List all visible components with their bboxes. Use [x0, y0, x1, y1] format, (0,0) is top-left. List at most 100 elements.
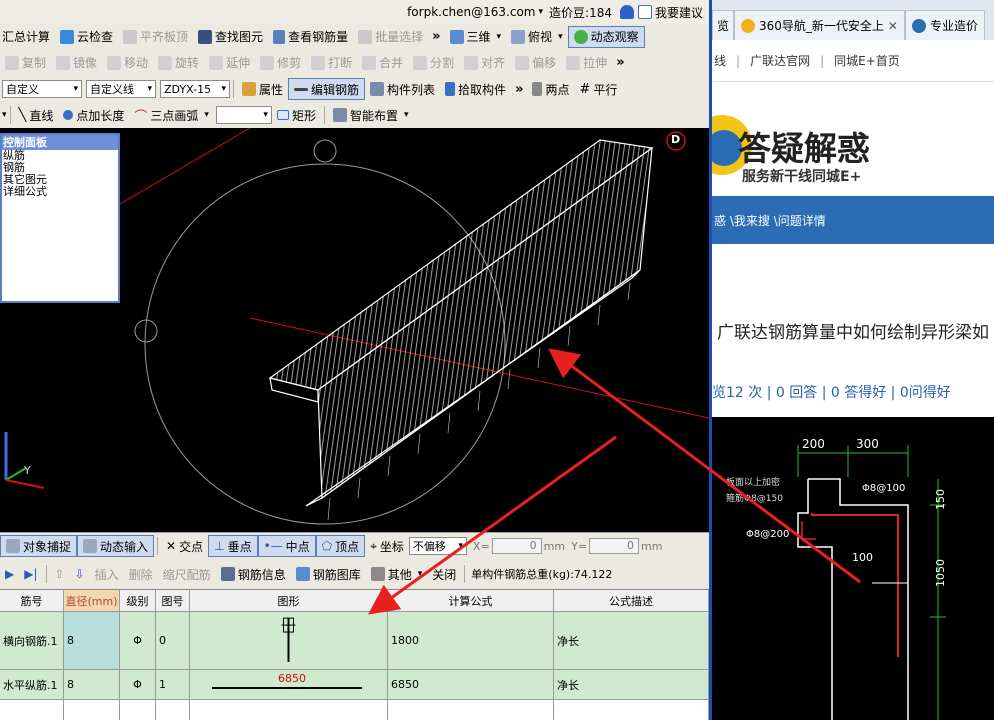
figure-no-cell[interactable]: 0 — [156, 612, 190, 670]
view-direction-dropdown[interactable]: 俯视 ▾ — [506, 26, 568, 48]
rebar-name-cell[interactable]: 横向钢筋.1 — [0, 612, 64, 670]
table-row-empty[interactable] — [0, 700, 709, 720]
object-snap-button[interactable]: 对象捕捉 — [0, 535, 78, 557]
arc-option-select[interactable]: ▾ — [215, 106, 272, 124]
diameter-cell[interactable]: 8 — [64, 670, 120, 700]
shape-cell[interactable] — [190, 612, 388, 670]
dynamic-input-button[interactable]: 动态输入 — [77, 535, 155, 557]
cloud-check-button[interactable]: 云检查 — [55, 26, 118, 48]
flush-top-button[interactable]: 平齐板顶 — [118, 26, 193, 48]
col-header[interactable]: 公式描述 — [554, 590, 709, 612]
formula-cell[interactable]: 6850 — [388, 670, 554, 700]
table-row[interactable]: 横向钢筋.1 8 Φ 0 1800 净长 — [0, 612, 709, 670]
fav-link[interactable]: 广联达官网 — [740, 52, 820, 69]
diameter-cell[interactable]: 8 — [64, 612, 120, 670]
close-tab-icon[interactable]: ✕ — [888, 19, 898, 33]
col-header[interactable]: 筋号 — [0, 590, 64, 612]
find-element-button[interactable]: 查找图元 — [193, 26, 268, 48]
control-panel[interactable]: 控制面板 纵筋 钢筋 其它图元 详细公式 — [0, 133, 120, 303]
grade-cell[interactable]: Φ — [120, 670, 156, 700]
delete-button[interactable]: 删除 — [124, 563, 158, 585]
mirror-button[interactable]: 镜像 — [51, 52, 102, 74]
three-point-arc-button[interactable]: ⌒ 三点画弧 ▾ — [129, 104, 214, 126]
grade-cell[interactable]: Φ — [120, 612, 156, 670]
figure-no-cell[interactable]: 1 — [156, 670, 190, 700]
view-rebar-button[interactable]: 查看钢筋量 — [268, 26, 353, 48]
move-up-button[interactable]: ⇧ — [50, 563, 70, 585]
browser-tab[interactable]: 360导航_新一代安全上 ✕ — [734, 10, 905, 40]
merge-button[interactable]: 合并 — [357, 52, 408, 74]
midpoint-snap-button[interactable]: •— 中点 — [257, 535, 316, 557]
rectangle-button[interactable]: 矩形 — [272, 104, 321, 126]
col-header[interactable]: 直径(mm) — [64, 590, 120, 612]
insert-button[interactable]: 插入 — [90, 563, 124, 585]
extend-button[interactable]: 延伸 — [204, 52, 255, 74]
offset-button[interactable]: 偏移 — [510, 52, 561, 74]
toolbar-overflow-icon[interactable]: » — [428, 29, 444, 44]
x-coordinate[interactable]: X= 0 mm — [473, 538, 565, 554]
offset-mode-select[interactable]: 不偏移 ▾ — [408, 537, 467, 555]
edit-toolbar-overflow-icon[interactable]: » — [612, 55, 628, 70]
pick-component-button[interactable]: 拾取构件 — [440, 78, 511, 100]
rebar-name-cell[interactable]: 水平纵筋.1 — [0, 670, 64, 700]
col-header[interactable]: 计算公式 — [388, 590, 554, 612]
breadcrumb[interactable]: 惑 \我来搜 \问题详情 — [712, 196, 994, 244]
summary-calc-button[interactable]: 汇总计算 — [0, 26, 55, 48]
feedback-link[interactable]: 我要建议 — [655, 4, 703, 21]
align-button[interactable]: 对齐 — [459, 52, 510, 74]
rebar-info-button[interactable]: 钢筋信息 — [216, 563, 291, 585]
shape-cell[interactable]: 6850 — [190, 670, 388, 700]
component-select[interactable]: ZDYX-15 ▾ — [160, 80, 230, 98]
last-record-button[interactable]: ▶| — [19, 563, 42, 585]
intersection-snap-button[interactable]: ✕ 交点 — [161, 535, 208, 557]
break-button[interactable]: 打断 — [306, 52, 357, 74]
move-button[interactable]: 移动 — [102, 52, 153, 74]
account-dropdown-icon[interactable]: ▾ — [539, 7, 544, 17]
coordinate-button[interactable]: ⌖ 坐标 — [365, 535, 409, 557]
fav-link[interactable]: 同城E+首页 — [824, 52, 910, 69]
vertex-snap-button[interactable]: ⬠ 顶点 — [315, 535, 366, 557]
close-rebar-button[interactable]: 关闭 — [427, 563, 461, 585]
stretch-button[interactable]: 拉伸 — [561, 52, 612, 74]
next-record-button[interactable]: ▶ — [0, 563, 19, 585]
type-select[interactable]: 自定义线 ▾ — [86, 80, 156, 98]
feedback-icon[interactable] — [637, 5, 652, 19]
browser-tab[interactable]: 专业造价 — [904, 10, 985, 40]
properties-button[interactable]: 属性 — [237, 78, 288, 100]
formula-cell[interactable]: 1800 — [388, 612, 554, 670]
move-down-button[interactable]: ⇩ — [70, 563, 90, 585]
smart-layout-button[interactable]: 智能布置 ▾ — [328, 104, 414, 126]
table-row[interactable]: 水平纵筋.1 8 Φ 1 6850 6850 净长 — [0, 670, 709, 700]
col-header[interactable]: 级别 — [120, 590, 156, 612]
rebar-library-button[interactable]: 钢筋图库 — [291, 563, 366, 585]
description-cell[interactable]: 净长 — [554, 670, 709, 700]
point-length-button[interactable]: 点加长度 — [58, 104, 129, 126]
category-select[interactable]: 自定义 ▾ — [2, 80, 82, 98]
edit-rebar-button[interactable]: 编辑钢筋 — [288, 78, 366, 100]
perpendicular-snap-button[interactable]: ⊥ 垂点 — [208, 535, 258, 557]
description-cell[interactable]: 净长 — [554, 612, 709, 670]
rotate-button[interactable]: 旋转 — [153, 52, 204, 74]
control-panel-item[interactable]: 详细公式 — [2, 186, 118, 198]
component-toolbar-overflow-icon[interactable]: » — [511, 82, 527, 97]
browser-tab[interactable]: 览 — [712, 10, 735, 40]
copy-button[interactable]: 复制 — [0, 52, 51, 74]
trim-button[interactable]: 修剪 — [255, 52, 306, 74]
other-dropdown[interactable]: 其他 ▾ — [366, 563, 428, 585]
split-button[interactable]: 分割 — [408, 52, 459, 74]
line-button[interactable]: ╲ 直线 — [14, 104, 59, 126]
account-email[interactable]: forpk.chen@163.com — [407, 5, 535, 19]
scale-rebar-button[interactable]: 缩尺配筋 — [158, 563, 216, 585]
draw-menu-dropdown-icon[interactable]: ▾ — [2, 110, 7, 120]
fav-link[interactable]: 线 — [712, 52, 736, 69]
component-list-button[interactable]: 构件列表 — [365, 78, 440, 100]
y-coordinate[interactable]: Y= 0 mm — [571, 538, 662, 554]
3d-viewport[interactable]: D Y 控制面板 纵筋 钢筋 其它图元 详细公式 — [0, 128, 709, 532]
dynamic-observe-button[interactable]: 动态观察 — [567, 25, 645, 48]
col-header[interactable]: 图形 — [190, 590, 388, 612]
parallel-button[interactable]: # 平行 — [574, 78, 622, 100]
view-mode-dropdown[interactable]: 三维 ▾ — [445, 26, 507, 48]
col-header[interactable]: 图号 — [156, 590, 190, 612]
batch-select-button[interactable]: 批量选择 — [353, 26, 428, 48]
notification-icon[interactable] — [619, 5, 634, 19]
